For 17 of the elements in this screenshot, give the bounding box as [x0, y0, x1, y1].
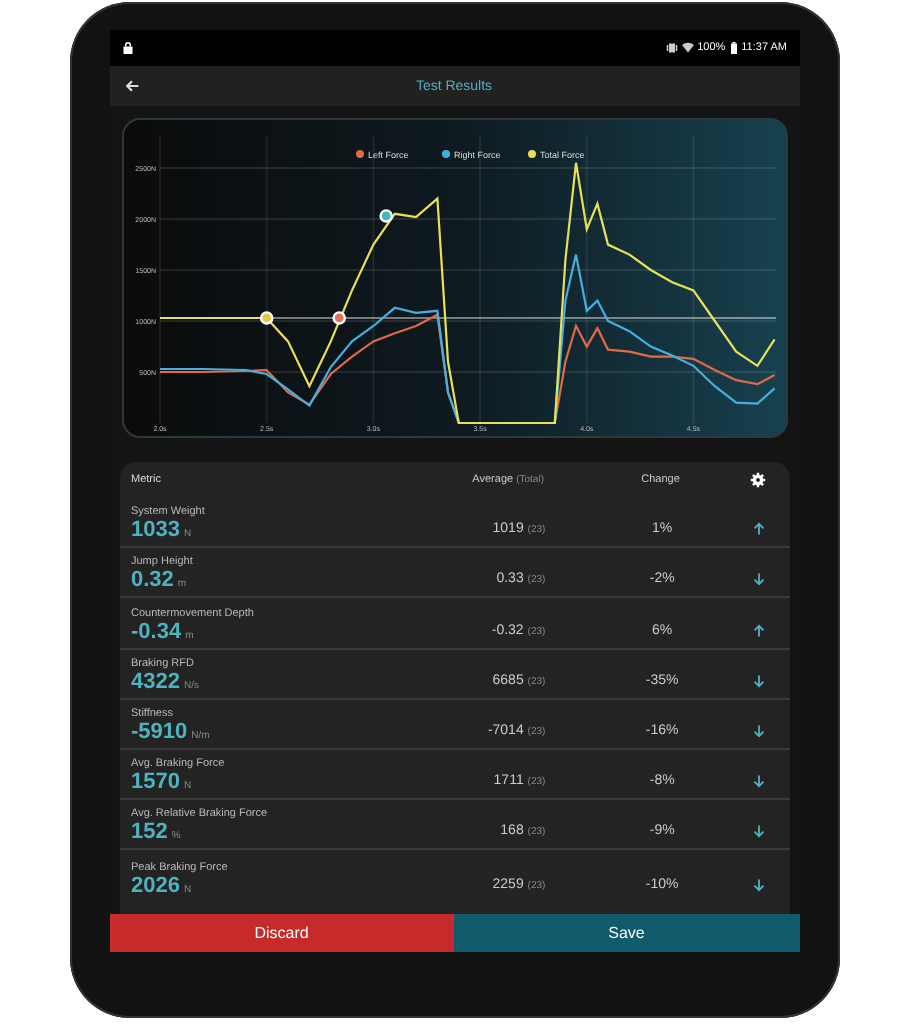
metric-value: 4322 — [131, 669, 180, 694]
settings-icon[interactable] — [749, 472, 765, 488]
metric-value: 1033 — [131, 518, 180, 543]
metric-value: 1570 — [131, 770, 180, 795]
wifi-icon — [681, 42, 694, 54]
metric-value: -5910 — [131, 719, 188, 744]
back-arrow-icon[interactable] — [123, 78, 139, 94]
metric-value: 2026 — [131, 873, 180, 897]
metric-value: 0.32 — [131, 568, 174, 593]
vibrate-icon — [665, 42, 678, 54]
save-button[interactable]: Save — [454, 914, 799, 952]
battery-icon — [729, 42, 738, 54]
marker-dots-drawing — [258, 209, 392, 325]
metric-value: -0.34 — [131, 619, 182, 644]
metric-value: 152 — [131, 820, 168, 845]
discard-button[interactable]: Discard — [109, 914, 454, 952]
lock-icon — [121, 42, 133, 54]
